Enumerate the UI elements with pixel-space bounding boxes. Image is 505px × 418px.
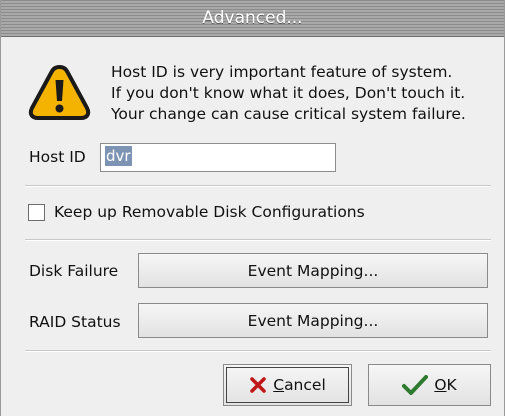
checkmark-icon bbox=[402, 375, 429, 395]
host-id-input[interactable]: dvr bbox=[100, 143, 336, 172]
button-label: Event Mapping... bbox=[247, 261, 379, 280]
warning-line: If you don't know what it does, Don't to… bbox=[111, 84, 466, 102]
raid-status-event-mapping-button[interactable]: Event Mapping... bbox=[138, 303, 488, 338]
warning-message: Host ID is very important feature of sys… bbox=[111, 62, 466, 125]
disk-failure-event-mapping-button[interactable]: Event Mapping... bbox=[138, 253, 488, 288]
red-x-icon bbox=[250, 377, 267, 393]
host-id-label: Host ID bbox=[29, 148, 86, 166]
advanced-dialog: Advanced... Host ID is very important fe… bbox=[0, 0, 505, 416]
divider bbox=[25, 185, 491, 187]
raid-status-label: RAID Status bbox=[29, 313, 121, 331]
warning-icon bbox=[28, 65, 91, 120]
cancel-button[interactable]: Cancel bbox=[223, 364, 352, 406]
warning-line: Your change can cause critical system fa… bbox=[111, 105, 466, 123]
keep-removable-disk-label[interactable]: Keep up Removable Disk Configurations bbox=[54, 203, 365, 221]
divider bbox=[25, 350, 491, 352]
ok-button[interactable]: OK bbox=[368, 364, 491, 406]
host-id-value: dvr bbox=[105, 146, 132, 166]
divider bbox=[25, 239, 491, 241]
disk-failure-label: Disk Failure bbox=[29, 262, 119, 280]
cancel-label: Cancel bbox=[273, 376, 326, 394]
warning-line: Host ID is very important feature of sys… bbox=[111, 63, 453, 81]
keep-removable-disk-checkbox[interactable] bbox=[28, 204, 45, 221]
ok-label: OK bbox=[434, 376, 457, 394]
window-title: Advanced... bbox=[202, 8, 303, 28]
title-bar[interactable]: Advanced... bbox=[1, 0, 504, 37]
button-label: Event Mapping... bbox=[247, 311, 379, 330]
